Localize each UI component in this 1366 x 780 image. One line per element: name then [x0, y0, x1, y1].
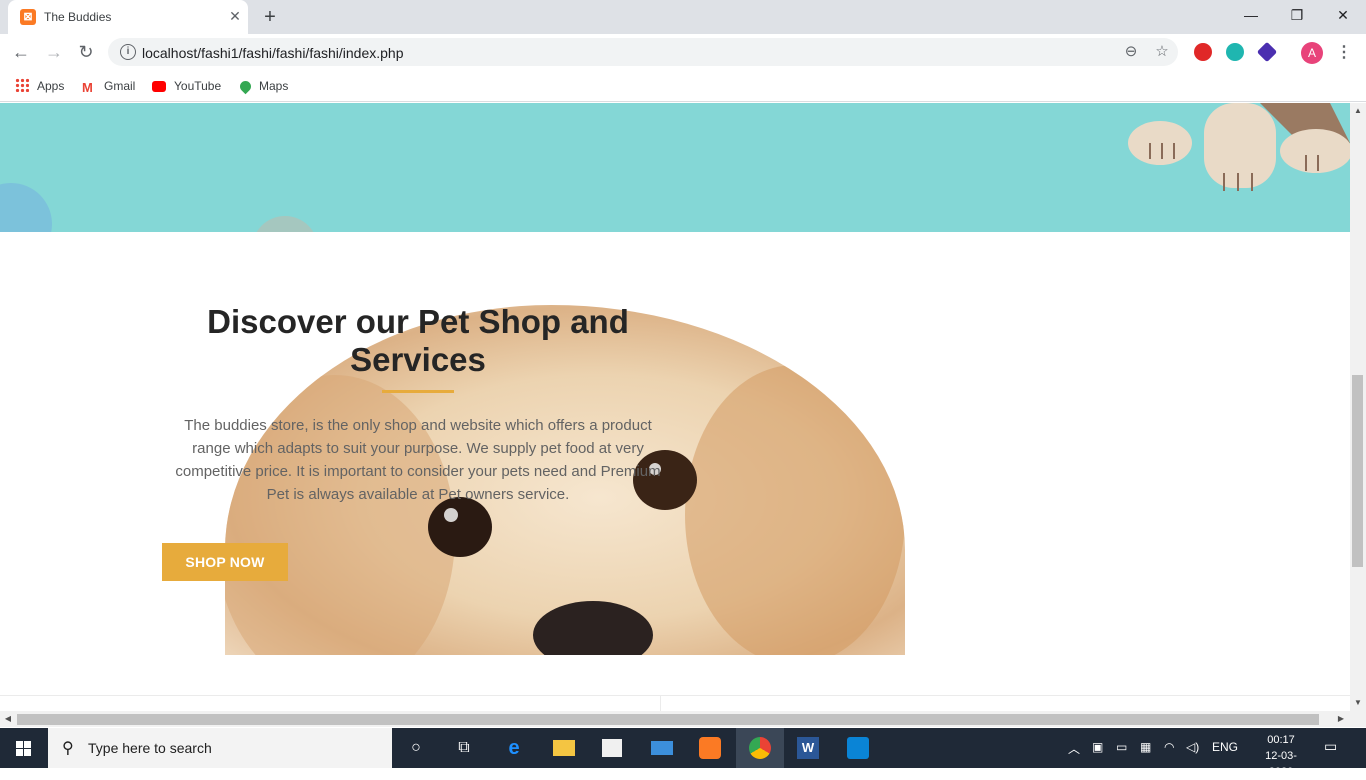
- decorative-circle: [0, 183, 52, 232]
- restore-button[interactable]: ❐: [1274, 0, 1320, 30]
- close-window-button[interactable]: ✕: [1320, 0, 1366, 30]
- bookmark-label: YouTube: [174, 79, 222, 93]
- store-icon[interactable]: [598, 734, 626, 762]
- bookmark-apps[interactable]: Apps: [15, 77, 64, 95]
- m-extension-icon[interactable]: [1226, 43, 1244, 61]
- xampp-icon[interactable]: [696, 734, 724, 762]
- tab-strip: ⊠ The Buddies ✕ + — ❐ ✕: [0, 0, 1366, 34]
- task-view-icon[interactable]: ⧉: [450, 734, 478, 762]
- url-text[interactable]: localhost/fashi1/fashi/fashi/fashi/index…: [142, 45, 404, 61]
- vscode-icon[interactable]: [844, 734, 872, 762]
- new-tab-button[interactable]: +: [258, 5, 282, 29]
- cortana-icon[interactable]: ○: [402, 734, 430, 762]
- section-heading: Discover our Pet Shop and Services: [207, 303, 629, 378]
- gmail-icon: M: [82, 80, 93, 95]
- youtube-icon: [152, 81, 166, 92]
- bookmark-gmail[interactable]: M Gmail: [82, 77, 135, 95]
- windows-logo-icon: [16, 741, 31, 756]
- chrome-menu-icon[interactable]: ⋮: [1336, 42, 1352, 64]
- browser-toolbar: ← → ↻ i localhost/fashi1/fashi/fashi/fas…: [0, 34, 1366, 70]
- bookmark-label: Apps: [37, 79, 65, 93]
- chrome-icon[interactable]: [746, 734, 774, 762]
- forward-button[interactable]: →: [42, 40, 66, 64]
- battery-icon[interactable]: ▭: [1116, 740, 1127, 754]
- horizontal-scroll-thumb[interactable]: [17, 714, 1319, 725]
- profile-avatar[interactable]: A: [1301, 42, 1323, 64]
- search-placeholder[interactable]: Type here to search: [88, 740, 212, 756]
- language-indicator[interactable]: ENG: [1212, 740, 1238, 754]
- clock-date: 12-03-2020: [1265, 750, 1297, 778]
- section-description: The buddies store, is the only shop and …: [175, 417, 661, 503]
- show-hidden-icons-icon[interactable]: ︿: [1068, 740, 1080, 757]
- tray-app-icon[interactable]: ▦: [1140, 740, 1151, 754]
- xampp-favicon-icon: ⊠: [20, 9, 36, 25]
- minimize-button[interactable]: —: [1228, 0, 1274, 30]
- file-explorer-icon[interactable]: [550, 734, 578, 762]
- windows-taskbar: ⚲ Type here to search ○ ⧉ e W ︿ ▣ ▭ ▦ ◠ …: [0, 728, 1366, 778]
- clock[interactable]: 00:17 12-03-2020: [1254, 732, 1308, 780]
- notifications-icon[interactable]: ▭: [1324, 738, 1337, 755]
- dog-paws-illustration: [1128, 103, 1350, 191]
- heading-underline: [382, 390, 454, 393]
- apps-grid-icon: [15, 78, 29, 92]
- scroll-right-icon[interactable]: ▶: [1334, 712, 1348, 726]
- tab-title: The Buddies: [44, 10, 112, 24]
- clock-time: 00:17: [1267, 734, 1295, 746]
- scroll-down-icon[interactable]: ▼: [1351, 696, 1365, 710]
- bookmarks-bar: Apps M Gmail YouTube Maps: [0, 70, 1366, 102]
- diamond-extension-icon[interactable]: [1256, 41, 1278, 63]
- taskbar-search[interactable]: ⚲ Type here to search: [48, 728, 392, 768]
- back-button[interactable]: ←: [9, 40, 33, 64]
- bookmark-label: Gmail: [104, 79, 136, 93]
- search-icon: ⚲: [62, 740, 74, 757]
- bookmark-maps[interactable]: Maps: [237, 77, 289, 95]
- hero-banner: [0, 103, 1350, 232]
- vertical-scroll-thumb[interactable]: [1352, 375, 1363, 567]
- browser-tab[interactable]: ⊠ The Buddies ✕: [8, 0, 248, 34]
- mail-icon[interactable]: [648, 734, 676, 762]
- shop-now-button[interactable]: SHOP NOW: [162, 543, 288, 581]
- scroll-up-icon[interactable]: ▲: [1351, 104, 1365, 118]
- bookmark-youtube[interactable]: YouTube: [152, 77, 221, 95]
- wifi-icon[interactable]: ◠: [1164, 740, 1174, 754]
- bookmark-label: Maps: [259, 79, 289, 93]
- zoom-icon[interactable]: ⊖: [1122, 43, 1140, 61]
- start-button[interactable]: [0, 728, 48, 768]
- volume-icon[interactable]: ◁): [1186, 740, 1199, 754]
- edge-icon[interactable]: e: [500, 734, 528, 762]
- word-icon[interactable]: W: [794, 734, 822, 762]
- site-info-icon[interactable]: i: [120, 44, 136, 60]
- column-divider: [660, 695, 661, 711]
- adblock-extension-icon[interactable]: [1194, 43, 1212, 61]
- address-bar[interactable]: i localhost/fashi1/fashi/fashi/fashi/ind…: [108, 38, 1178, 66]
- section-divider: [0, 695, 1350, 711]
- decorative-circle: [252, 216, 318, 232]
- maps-icon: [237, 78, 254, 95]
- page-viewport: Discover our Pet Shop and Services The b…: [0, 103, 1350, 711]
- reload-button[interactable]: ↻: [74, 40, 98, 64]
- scroll-left-icon[interactable]: ◀: [1, 712, 15, 726]
- bookmark-star-icon[interactable]: ☆: [1153, 43, 1171, 61]
- close-tab-icon[interactable]: ✕: [226, 7, 244, 25]
- tray-app-icon[interactable]: ▣: [1092, 740, 1103, 754]
